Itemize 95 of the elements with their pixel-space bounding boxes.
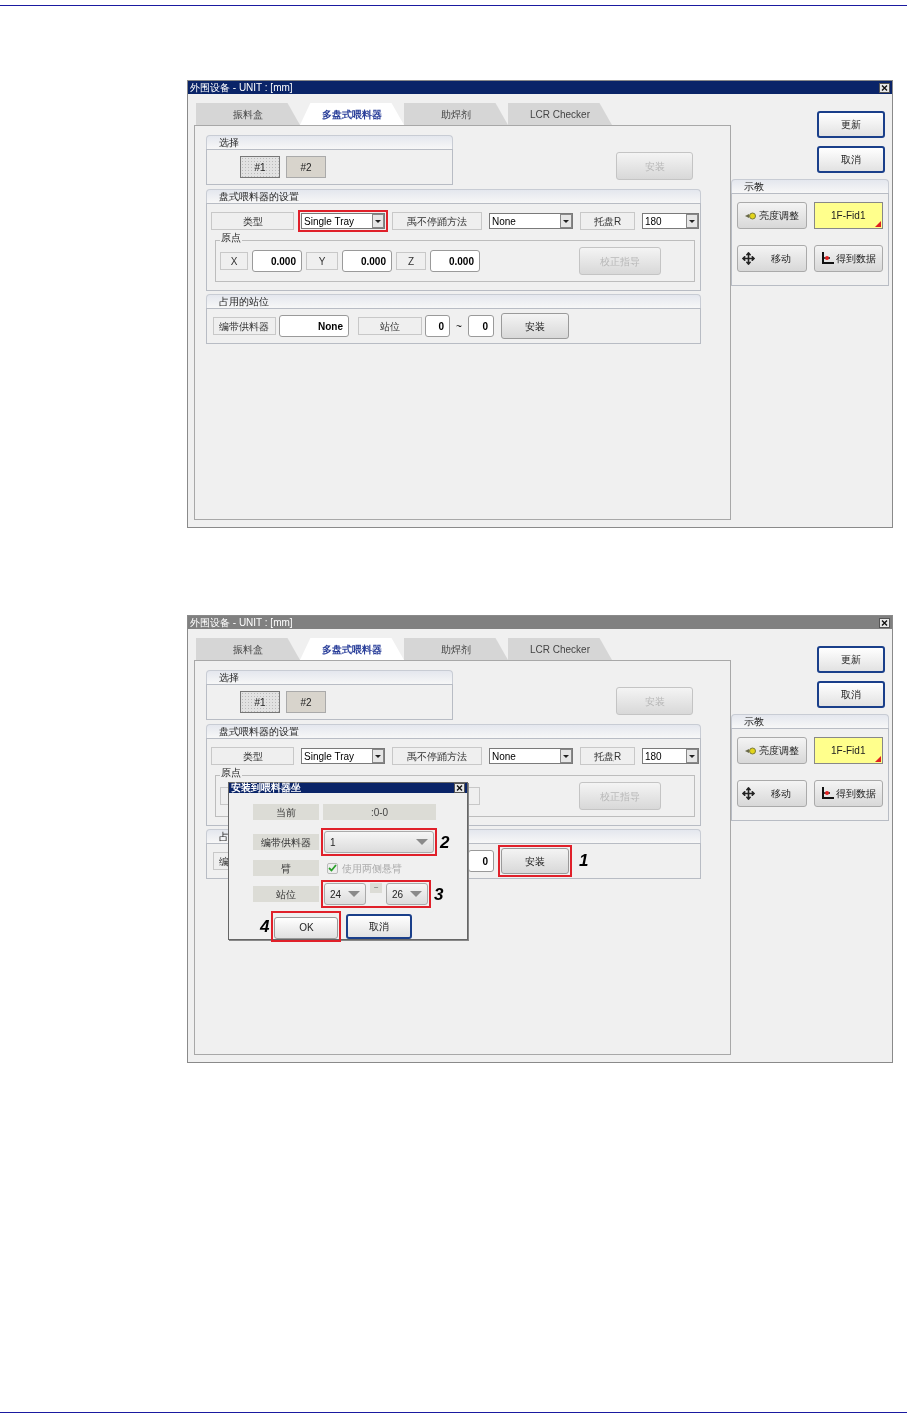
current-value: :0-0: [323, 804, 436, 820]
field-label: 托盘R: [580, 212, 635, 230]
type-select[interactable]: Single Tray: [301, 213, 385, 229]
brightness-button[interactable]: 亮度调整: [737, 737, 807, 764]
group-title: 选择: [219, 672, 239, 683]
feeder-toggle[interactable]: #2: [286, 156, 326, 178]
field-label: 托盘R: [580, 747, 635, 765]
feeder-toggle[interactable]: #1: [240, 156, 280, 178]
get-data-button[interactable]: 得到数据: [813, 779, 883, 807]
tab[interactable]: 助焊剂: [404, 103, 508, 125]
group-title: 选择: [219, 137, 239, 148]
side-button[interactable]: 更新: [817, 111, 885, 138]
tab[interactable]: 多盘式喂料器: [300, 103, 404, 125]
field-label: 禹不停踊方法: [392, 212, 482, 230]
feeder-field[interactable]: None: [279, 315, 349, 337]
dialog-title: 安装到喂料器坐: [231, 783, 301, 793]
station-to-field[interactable]: 0: [468, 315, 494, 337]
corner-mark-icon: [875, 756, 881, 762]
close-icon[interactable]: [454, 783, 465, 793]
move-icon: [742, 251, 755, 265]
x-field[interactable]: 0.000: [252, 250, 302, 272]
tab[interactable]: LCR Checker: [508, 638, 612, 660]
tab[interactable]: 助焊剂: [404, 638, 508, 660]
fiducial-button[interactable]: 1F-Fid1: [813, 737, 883, 764]
feeder-toggle[interactable]: #1: [240, 691, 280, 713]
window-title: 外围设备 - UNIT : [mm]: [190, 617, 293, 628]
field-label: 类型: [211, 212, 294, 230]
station-to-select[interactable]: 26: [386, 883, 428, 905]
origin-legend: 原点: [220, 768, 242, 778]
field-label: 站位: [358, 317, 422, 335]
move-icon: [742, 786, 755, 800]
z-field[interactable]: 0.000: [430, 250, 480, 272]
close-icon[interactable]: [879, 82, 890, 93]
type-select[interactable]: Single Tray: [301, 748, 385, 764]
field-label: 当前: [253, 804, 319, 820]
callout-number: 1: [579, 851, 589, 870]
tray-select[interactable]: 180: [642, 213, 699, 229]
tab[interactable]: 振料盒: [196, 638, 300, 660]
field-label: X: [220, 252, 248, 270]
install-button[interactable]: 安装: [501, 848, 569, 874]
dropdown-arrow-icon: [348, 891, 360, 897]
tab[interactable]: LCR Checker: [508, 103, 612, 125]
callout-number: 4: [260, 917, 270, 935]
get-data-button[interactable]: 得到数据: [813, 244, 883, 272]
dropdown-arrow-icon: [416, 839, 428, 845]
group-title: 示教: [744, 181, 764, 192]
tab[interactable]: 多盘式喂料器: [300, 638, 404, 660]
move-button[interactable]: 移动: [737, 244, 807, 272]
feeder-select[interactable]: 1: [324, 831, 434, 853]
field-label: 类型: [211, 747, 294, 765]
lamp-icon: [744, 746, 757, 755]
ok-button[interactable]: OK: [274, 916, 339, 939]
range-separator: ~: [370, 883, 382, 893]
field-label: Y: [306, 252, 338, 270]
method-select[interactable]: None: [489, 213, 573, 229]
origin-legend: 原点: [220, 233, 242, 243]
group-title: 占: [219, 831, 229, 842]
field-label: 禹不停踊方法: [392, 747, 482, 765]
range-separator: ~: [455, 319, 463, 334]
close-icon[interactable]: [879, 617, 890, 628]
install-button[interactable]: 安装: [501, 313, 569, 339]
axes-icon: [820, 252, 834, 264]
field-label: 编带供料器: [253, 834, 319, 850]
callout-number: 2: [440, 833, 450, 851]
group-title: 盘式喂料器的设置: [219, 726, 299, 737]
group-title: 示教: [744, 716, 764, 727]
cancel-button[interactable]: 取消: [346, 913, 413, 939]
group-title: 盘式喂料器的设置: [219, 191, 299, 202]
callout-number: 3: [434, 885, 444, 903]
station-to-field[interactable]: 0: [468, 850, 494, 872]
tab[interactable]: 振料盒: [196, 103, 300, 125]
group-title: 占用的站位: [219, 296, 269, 307]
axes-icon: [820, 787, 834, 799]
corner-mark-icon: [875, 221, 881, 227]
brightness-button[interactable]: 亮度调整: [737, 202, 807, 229]
side-button[interactable]: 取消: [817, 681, 885, 708]
field-label: 臂: [253, 860, 319, 876]
field-label: Z: [396, 252, 426, 270]
method-select[interactable]: None: [489, 748, 573, 764]
move-button[interactable]: 移动: [737, 779, 807, 807]
field-label: 编带供料器: [213, 317, 276, 335]
fiducial-button[interactable]: 1F-Fid1: [813, 202, 883, 229]
y-field[interactable]: 0.000: [342, 250, 392, 272]
dropdown-arrow-icon: [410, 891, 422, 897]
side-button[interactable]: 取消: [817, 146, 885, 173]
side-button[interactable]: 更新: [817, 646, 885, 673]
window-title: 外围设备 - UNIT : [mm]: [190, 82, 293, 93]
station-from-field[interactable]: 0: [425, 315, 450, 337]
lamp-icon: [744, 211, 757, 220]
station-from-select[interactable]: 24: [324, 883, 366, 905]
checkbox-label: 使用两侧悬臂: [342, 861, 402, 876]
tray-select[interactable]: 180: [642, 748, 699, 764]
feeder-toggle[interactable]: #2: [286, 691, 326, 713]
check-icon: [328, 864, 337, 872]
field-label: 站位: [253, 886, 319, 902]
